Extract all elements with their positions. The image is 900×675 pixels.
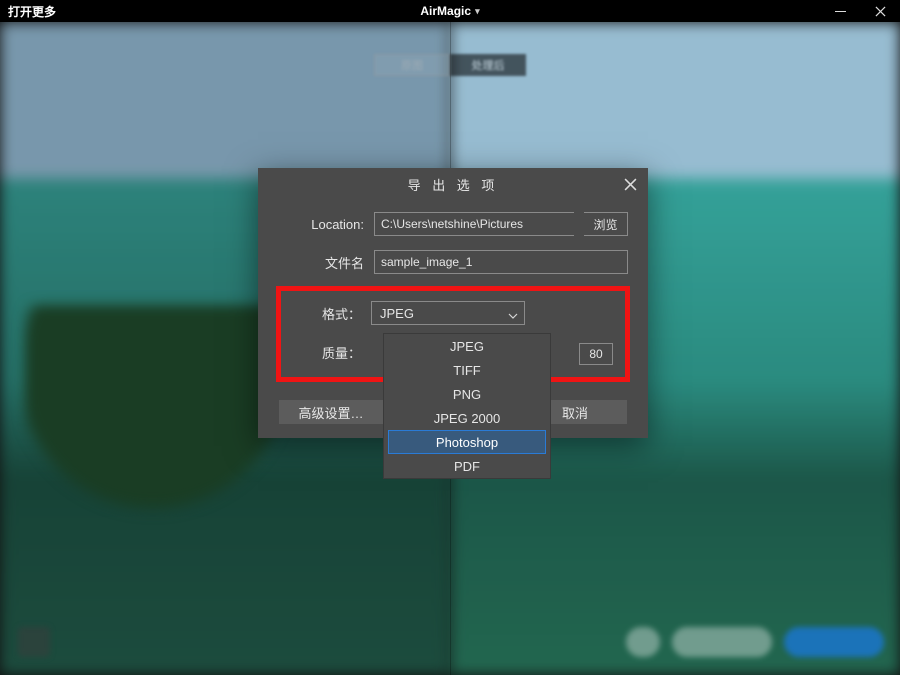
window-close-button[interactable]: [860, 0, 900, 22]
format-select[interactable]: JPEG: [371, 301, 525, 325]
location-label: Location:: [278, 217, 364, 232]
format-quality-highlight: 格式： JPEG 质量： 80 JPEG TIFF PNG JPEG 2000: [276, 286, 630, 382]
format-label: 格式：: [293, 304, 361, 323]
advanced-settings-button[interactable]: 高级设置…: [279, 400, 383, 424]
filename-input[interactable]: sample_image_1: [374, 250, 628, 274]
dialog-title: 导 出 选 项: [408, 175, 499, 194]
format-select-value: JPEG: [380, 306, 414, 321]
titlebar: 打开更多 AirMagic ▾: [0, 0, 900, 22]
quality-value-input[interactable]: 80: [579, 343, 613, 365]
dialog-close-button[interactable]: [620, 174, 640, 194]
filename-row: 文件名 sample_image_1: [278, 250, 628, 274]
compare-toggle-processed[interactable]: 处理后: [450, 54, 526, 76]
compare-toggle: 原图 处理后: [374, 54, 526, 76]
window-controls: [820, 0, 900, 22]
app-title: AirMagic ▾: [420, 4, 479, 18]
format-option-jpeg2000[interactable]: JPEG 2000: [384, 406, 550, 430]
format-option-tiff[interactable]: TIFF: [384, 358, 550, 382]
app-title-text: AirMagic: [420, 4, 471, 18]
browse-button[interactable]: 浏览: [584, 212, 628, 236]
dialog-body: Location: C:\Users\netshine\Pictures 浏览 …: [258, 200, 648, 396]
export-dialog: 导 出 选 项 Location: C:\Users\netshine\Pict…: [258, 168, 648, 438]
compare-toggle-original[interactable]: 原图: [374, 54, 450, 76]
open-more-button[interactable]: 打开更多: [8, 3, 56, 20]
location-row: Location: C:\Users\netshine\Pictures 浏览: [278, 212, 628, 236]
filename-label: 文件名: [278, 253, 364, 272]
format-option-pdf[interactable]: PDF: [384, 454, 550, 478]
bottom-right-buttons-blur: [626, 627, 884, 657]
format-option-png[interactable]: PNG: [384, 382, 550, 406]
format-row: 格式： JPEG: [293, 301, 613, 325]
close-icon: [875, 6, 886, 17]
bottom-left-button-blur: [18, 627, 50, 657]
close-icon: [624, 178, 637, 191]
format-option-photoshop[interactable]: Photoshop: [388, 430, 546, 454]
format-dropdown: JPEG TIFF PNG JPEG 2000 Photoshop PDF: [383, 333, 551, 479]
dialog-header: 导 出 选 项: [258, 168, 648, 200]
location-field[interactable]: C:\Users\netshine\Pictures: [374, 212, 574, 236]
format-option-jpeg[interactable]: JPEG: [384, 334, 550, 358]
app-title-dropdown-icon[interactable]: ▾: [475, 6, 480, 17]
quality-label: 质量：: [293, 343, 361, 362]
chevron-down-icon: [508, 309, 518, 319]
window-minimize-button[interactable]: [820, 0, 860, 22]
